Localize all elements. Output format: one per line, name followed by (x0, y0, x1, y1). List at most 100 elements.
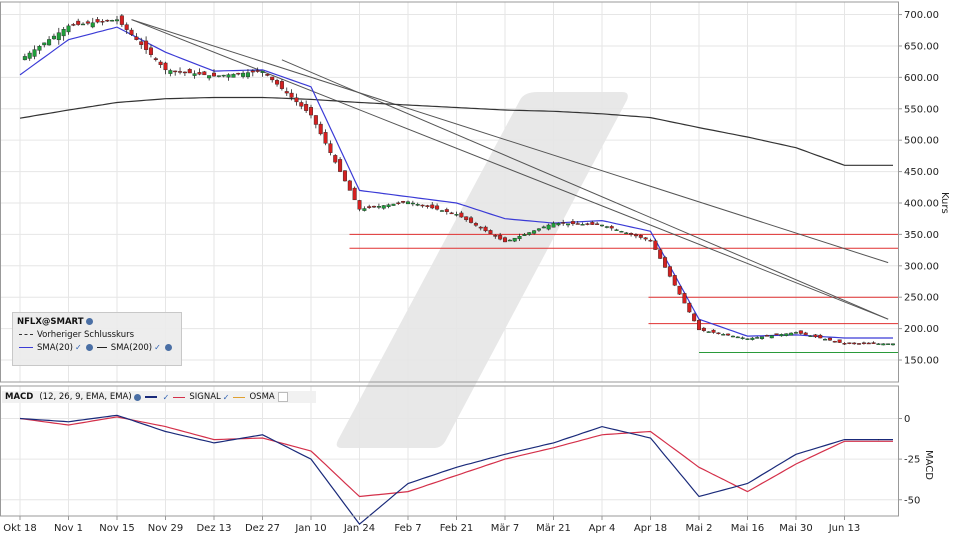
candle-up (730, 335, 735, 338)
candle-down (182, 71, 187, 74)
candle-down (701, 327, 706, 331)
candle-down (279, 81, 284, 89)
candle-up (794, 332, 799, 334)
candle-down (158, 61, 163, 66)
candle-down (648, 239, 653, 242)
candle-up (27, 52, 32, 59)
candle-down (342, 170, 347, 182)
candle-down (255, 70, 260, 72)
signal-check-icon[interactable]: ✓ (223, 393, 230, 402)
candle-down (299, 102, 304, 107)
candle-down (459, 212, 464, 218)
candle-down (818, 334, 823, 339)
candle-up (541, 226, 546, 229)
date-tick-label: Nov 29 (148, 523, 183, 534)
candle-down (837, 339, 842, 343)
candle-down (318, 123, 323, 135)
price-legend: NFLX@SMART Vorheriger Schlusskurs SMA(20… (12, 312, 182, 366)
candle-up (454, 214, 459, 216)
candle-down (347, 180, 352, 191)
candle-up (706, 331, 711, 333)
macd-settings-icon[interactable] (133, 393, 141, 401)
legend-prev-close: Vorheriger Schlusskurs (37, 329, 135, 340)
candle-down (357, 200, 362, 210)
candle-up (245, 72, 250, 78)
candle-up (386, 204, 391, 207)
candle-up (721, 334, 726, 336)
candle-down (866, 342, 871, 345)
candle-down (672, 275, 677, 286)
candle-up (507, 239, 512, 242)
date-tick-label: Mai 16 (731, 523, 764, 534)
candle-up (891, 343, 896, 346)
macd-legend-name[interactable]: MACD (5, 392, 33, 402)
sma20-settings-icon[interactable] (85, 344, 93, 351)
candle-up (168, 70, 173, 74)
legend-symbol-row[interactable]: NFLX@SMART (17, 315, 177, 328)
candle-down (367, 206, 372, 208)
price-tick-label: 700.00 (904, 10, 939, 21)
candle-down (653, 240, 658, 250)
date-tick-label: Okt 18 (3, 523, 37, 534)
candle-down (323, 132, 328, 144)
candle-up (415, 204, 420, 206)
candle-down (687, 302, 692, 313)
candle-up (546, 224, 551, 230)
candle-down (478, 226, 483, 229)
candle-up (784, 333, 789, 336)
candle-down (585, 223, 590, 225)
candle-up (580, 224, 585, 226)
candle-up (51, 35, 56, 40)
legend-sma20[interactable]: SMA(20) (37, 343, 73, 353)
sma200-check-icon[interactable]: ✓ (154, 343, 161, 352)
candle-down (144, 40, 149, 50)
candle-down (129, 29, 134, 35)
candle-up (614, 229, 619, 231)
macd-legend-signal[interactable]: SIGNAL (189, 392, 220, 402)
price-tick-labels: 700.00 650.00 600.00 550.00 500.00 450.00 400.… (898, 10, 939, 367)
osma-toggle-icon[interactable] (277, 392, 288, 402)
candle-down (798, 330, 803, 334)
candle-down (187, 69, 192, 74)
date-tick-label: Apr 18 (634, 523, 667, 534)
price-axis-title: Kurs (939, 192, 950, 214)
candle-down (498, 235, 503, 240)
macd-tick-label: -50 (904, 495, 920, 506)
legend-prev-close-row[interactable]: Vorheriger Schlusskurs (17, 328, 177, 341)
candle-down (774, 333, 779, 336)
candle-down (250, 70, 255, 73)
candle-down (469, 217, 474, 223)
macd-check-icon[interactable]: ✓ (163, 393, 170, 402)
date-tick-label: Jun 13 (828, 523, 861, 534)
candle-up (556, 223, 561, 226)
candle-up (47, 39, 52, 46)
candle-up (90, 22, 95, 28)
macd-legend-osma[interactable]: OSMA (249, 392, 274, 402)
candle-down (633, 234, 638, 237)
candle-down (473, 223, 478, 226)
macd-tick-label: -25 (904, 455, 920, 466)
date-tick-label: Feb 7 (394, 523, 421, 534)
candle-down (420, 204, 425, 207)
candle-up (226, 74, 231, 78)
candle-up (789, 332, 794, 336)
candle-down (503, 237, 508, 243)
candle-down (275, 80, 280, 85)
candle-down (667, 266, 672, 277)
candle-down (692, 313, 697, 322)
candle-up (881, 343, 886, 346)
date-tick-label: Dez 13 (196, 523, 231, 534)
sma20-check-icon[interactable]: ✓ (75, 343, 82, 352)
candle-down (100, 21, 105, 23)
candle-up (876, 343, 881, 345)
macd-axis-title: MACD (923, 450, 934, 480)
candle-down (435, 205, 440, 210)
settings-icon[interactable] (85, 318, 93, 325)
legend-sma200[interactable]: SMA(200) (111, 343, 152, 353)
chart-stage: 700.00 650.00 600.00 550.00 500.00 450.00 400.… (0, 0, 960, 540)
sma200-settings-icon[interactable] (164, 344, 172, 351)
date-tick-label: Mär 21 (536, 523, 571, 534)
candle-down (638, 235, 643, 238)
candle-up (241, 72, 246, 77)
candle-up (755, 337, 760, 339)
